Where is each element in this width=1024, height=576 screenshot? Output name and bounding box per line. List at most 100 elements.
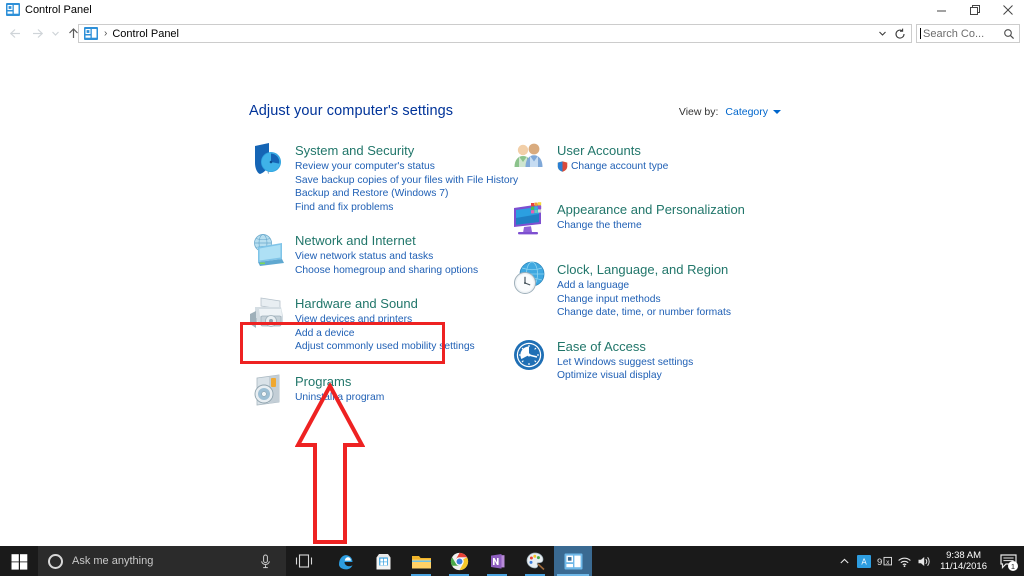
text-caret	[920, 28, 921, 39]
category-body: Appearance and Personalization Change th…	[557, 200, 745, 233]
category-link[interactable]: Choose homegroup and sharing options	[295, 264, 478, 278]
chevron-down-icon[interactable]	[873, 25, 891, 42]
breadcrumb-control-panel[interactable]: Control Panel	[112, 28, 179, 40]
category-link[interactable]: Adjust commonly used mobility settings	[295, 340, 475, 354]
control-panel-content: Adjust your computer's settings View by:…	[0, 45, 1024, 546]
window-title-bar[interactable]: Control Panel	[0, 0, 1024, 21]
cortana-circle-icon	[48, 553, 63, 569]
category-title[interactable]: Network and Internet	[295, 233, 478, 248]
search-placeholder: Search Co...	[923, 27, 985, 40]
show-hidden-icons-chevron-icon[interactable]	[834, 546, 854, 576]
microphone-icon[interactable]	[259, 554, 272, 569]
cortana-search-box[interactable]: Ask me anything	[38, 546, 286, 576]
cortana-placeholder: Ask me anything	[72, 555, 154, 567]
category-body: Programs Uninstall a program	[295, 372, 384, 405]
taskbar-app-buttons	[326, 546, 592, 576]
restore-icon[interactable]	[958, 0, 991, 20]
input-method-icon[interactable]: 9 x	[874, 546, 894, 576]
monitor-palette-icon	[511, 200, 549, 238]
navigation-buttons	[4, 21, 84, 45]
search-icon[interactable]	[1003, 28, 1015, 40]
volume-icon[interactable]	[914, 546, 934, 576]
category-link[interactable]: Optimize visual display	[557, 369, 693, 383]
category-link[interactable]: View devices and printers	[295, 313, 475, 327]
window-controls	[925, 0, 1024, 20]
category-clock-language-region[interactable]: Clock, Language, and Region Add a langua…	[511, 260, 766, 320]
category-title[interactable]: User Accounts	[557, 143, 668, 158]
category-title[interactable]: Appearance and Personalization	[557, 202, 745, 217]
category-title[interactable]: Clock, Language, and Region	[557, 262, 731, 277]
category-link[interactable]: Review your computer's status	[295, 160, 518, 174]
taskbar-app-paint-icon[interactable]	[516, 546, 554, 576]
category-column-left: System and Security Review your computer…	[249, 141, 518, 410]
back-arrow-icon[interactable]	[4, 22, 26, 44]
shield-clock-icon	[249, 141, 287, 179]
category-link[interactable]: Find and fix problems	[295, 201, 518, 215]
taskbar-app-edge-icon[interactable]	[326, 546, 364, 576]
ease-of-access-icon	[511, 337, 549, 375]
minimize-icon[interactable]	[925, 0, 958, 20]
taskbar-app-control-panel-icon[interactable]	[554, 546, 592, 576]
network-globe-monitor-icon	[249, 231, 287, 269]
search-input[interactable]: Search Co...	[916, 24, 1020, 43]
category-body: Network and Internet View network status…	[295, 231, 478, 277]
clock-globe-icon	[511, 260, 549, 298]
view-by-control[interactable]: View by: Category	[679, 106, 781, 118]
recent-locations-icon[interactable]	[48, 22, 62, 44]
breadcrumb-bar[interactable]: › Control Panel	[78, 24, 912, 43]
category-programs[interactable]: Programs Uninstall a program	[249, 372, 504, 410]
taskbar: Ask me anything A 9 x 9:38 AM 11/14/2016…	[0, 546, 1024, 576]
category-title[interactable]: Programs	[295, 374, 384, 389]
notification-badge: 1	[1008, 561, 1018, 571]
category-link[interactable]: Let Windows suggest settings	[557, 356, 693, 370]
category-body: System and Security Review your computer…	[295, 141, 518, 214]
taskbar-app-store-icon[interactable]	[364, 546, 402, 576]
taskbar-app-chrome-icon[interactable]	[440, 546, 478, 576]
category-appearance-and-personalization[interactable]: Appearance and Personalization Change th…	[511, 200, 766, 238]
category-link[interactable]: Change input methods	[557, 293, 731, 307]
forward-arrow-icon[interactable]	[26, 22, 48, 44]
category-title[interactable]: System and Security	[295, 143, 518, 158]
taskbar-app-file-explorer-icon[interactable]	[402, 546, 440, 576]
taskbar-app-onenote-icon[interactable]	[478, 546, 516, 576]
task-view-icon[interactable]	[286, 546, 322, 576]
category-network-and-internet[interactable]: Network and Internet View network status…	[249, 231, 504, 277]
category-link-change-account-type[interactable]: Change account type	[557, 160, 668, 174]
svg-text:9: 9	[877, 557, 882, 567]
category-body: User Accounts Change account type	[557, 141, 668, 174]
refresh-icon[interactable]	[891, 25, 909, 42]
link-text: Change account type	[571, 161, 669, 172]
category-link[interactable]: Add a device	[295, 327, 475, 341]
chevron-down-icon[interactable]	[773, 110, 781, 114]
control-panel-window: Control Panel › Control Panel Search Co.…	[0, 0, 1024, 546]
category-user-accounts[interactable]: User Accounts Change account type	[511, 141, 766, 179]
uac-shield-icon	[557, 161, 568, 172]
user-accounts-people-icon	[511, 141, 549, 179]
ime-indicator-icon[interactable]: A	[854, 546, 874, 576]
category-title[interactable]: Hardware and Sound	[295, 296, 475, 311]
category-link[interactable]: Uninstall a program	[295, 391, 384, 405]
category-link[interactable]: Add a language	[557, 279, 731, 293]
category-link[interactable]: Change date, time, or number formats	[557, 306, 731, 320]
system-tray: A 9 x 9:38 AM 11/14/2016 1	[834, 546, 1024, 576]
category-link[interactable]: Change the theme	[557, 219, 745, 233]
address-bar-row: › Control Panel Search Co...	[0, 21, 1024, 45]
category-link[interactable]: View network status and tasks	[295, 250, 478, 264]
breadcrumb-right-controls	[873, 25, 911, 42]
view-by-value[interactable]: Category	[725, 106, 768, 118]
window-title: Control Panel	[25, 4, 92, 16]
category-title[interactable]: Ease of Access	[557, 339, 693, 354]
taskbar-clock[interactable]: 9:38 AM 11/14/2016	[940, 546, 987, 576]
page-title: Adjust your computer's settings	[249, 103, 454, 119]
close-icon[interactable]	[991, 0, 1024, 20]
category-link[interactable]: Save backup copies of your files with Fi…	[295, 174, 518, 188]
category-body: Clock, Language, and Region Add a langua…	[557, 260, 731, 320]
windows-start-icon[interactable]	[0, 546, 38, 576]
clock-time: 9:38 AM	[946, 550, 981, 561]
category-link[interactable]: Backup and Restore (Windows 7)	[295, 187, 518, 201]
category-hardware-and-sound[interactable]: Hardware and Sound View devices and prin…	[249, 294, 504, 354]
action-center-icon[interactable]: 1	[995, 546, 1021, 576]
category-ease-of-access[interactable]: Ease of Access Let Windows suggest setti…	[511, 337, 766, 383]
wifi-icon[interactable]	[894, 546, 914, 576]
category-system-and-security[interactable]: System and Security Review your computer…	[249, 141, 518, 214]
